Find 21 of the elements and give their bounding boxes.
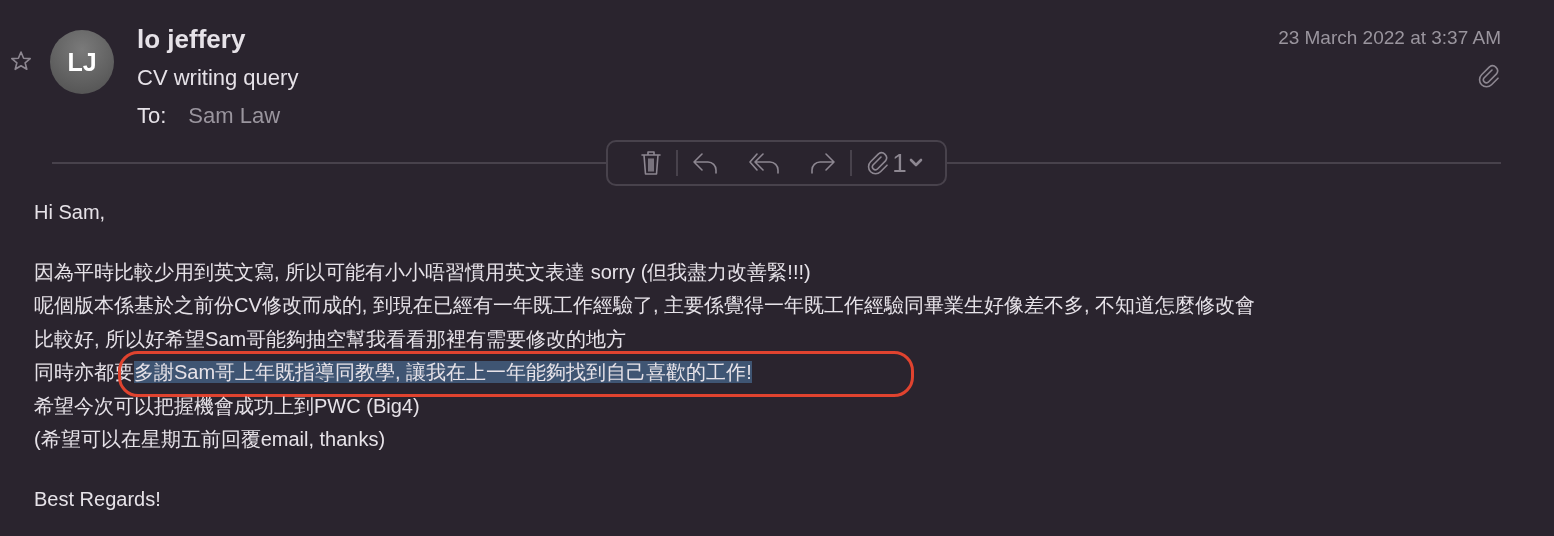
body-text-line: 呢個版本係基於之前份CV修改而成的, 到現在已經有一年既工作經驗了, 主要係覺得一年既工作經驗同畢業生好像差不多, 不知道怎麼修改會	[34, 293, 1256, 318]
sender-name: lo jeffery	[137, 23, 247, 55]
reply-all-icon	[748, 151, 781, 175]
attachment-menu-button[interactable]: 1	[858, 145, 931, 181]
body-text-line: 因為平時比較少用到英文寫, 所以可能有小小唔習慣用英文表達 sorry (但我盡力改善緊!!!)	[34, 259, 811, 285]
body-text-line: Hi Sam,	[34, 200, 106, 225]
body-text-line: Best Regards!	[34, 486, 161, 512]
star-icon[interactable]	[10, 50, 32, 72]
forward-icon	[810, 151, 837, 175]
to-label: To:	[137, 102, 167, 130]
recipient-name[interactable]: Sam Law	[188, 102, 281, 130]
reply-icon	[692, 151, 719, 175]
avatar: LJ	[50, 30, 114, 94]
email-date: 23 March 2022 at 3:37 AM	[1278, 26, 1501, 50]
body-text-line: 比較好, 所以好希望Sam哥能夠抽空幫我看看那裡有需要修改的地方	[34, 326, 627, 352]
trash-icon	[640, 150, 663, 176]
paperclip-icon	[866, 151, 891, 175]
chevron-down-icon	[908, 158, 923, 168]
email-subject: CV writing query	[137, 64, 300, 92]
body-text-line: (希望可以在星期五前回覆email, thanks)	[34, 427, 386, 452]
body-text-line: 希望今次可以把握機會成功上到PWC (Big4)	[34, 393, 420, 419]
